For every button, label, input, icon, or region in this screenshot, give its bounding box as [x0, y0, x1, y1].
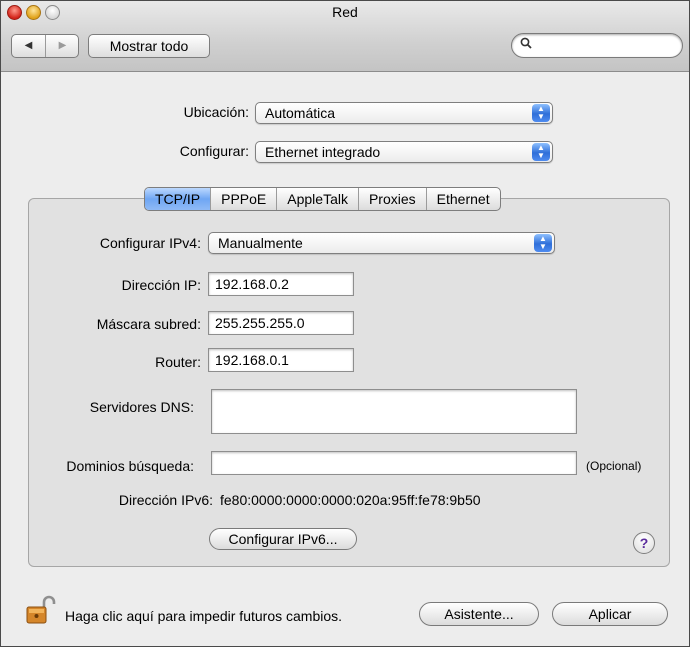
assistant-button[interactable]: Asistente... [419, 602, 539, 626]
location-label: Ubicación: [183, 104, 249, 120]
tab-tcpip[interactable]: TCP/IP [145, 188, 212, 210]
window-title: Red [332, 4, 358, 20]
tab-proxies[interactable]: Proxies [359, 188, 427, 210]
lock-icon[interactable] [25, 595, 59, 625]
search-domains-label: Dominios búsqueda: [66, 458, 194, 474]
router-field[interactable]: 192.168.0.1 [208, 348, 354, 372]
help-button[interactable]: ? [633, 532, 655, 554]
ip-address-field[interactable]: 192.168.0.2 [208, 272, 354, 296]
ip-address-label: Dirección IP: [121, 277, 201, 293]
tab-bar: TCP/IP PPPoE AppleTalk Proxies Ethernet [144, 187, 501, 211]
apply-button[interactable]: Aplicar [552, 602, 668, 626]
dns-servers-label: Servidores DNS: [89, 399, 194, 415]
help-icon: ? [639, 535, 649, 551]
dns-servers-field[interactable] [211, 389, 577, 434]
forward-arrow-icon: ▶ [58, 40, 67, 51]
popup-arrows-icon: ▲ ▼ [532, 104, 550, 122]
ipv6-address-label: Dirección IPv6: [118, 492, 213, 508]
tab-pppoe[interactable]: PPPoE [211, 188, 278, 210]
location-value: Automática [265, 105, 336, 121]
magnifier-icon [520, 37, 532, 52]
router-label: Router: [155, 354, 201, 370]
back-arrow-icon: ◀ [24, 40, 33, 51]
configure-value: Ethernet integrado [265, 144, 381, 160]
back-forward-group: ◀ ▶ [11, 34, 79, 58]
back-button[interactable]: ◀ [12, 35, 46, 57]
optional-label: (Opcional) [586, 459, 642, 473]
location-popup[interactable]: Automática ▲ ▼ [255, 102, 553, 124]
search-input[interactable] [536, 37, 678, 55]
forward-button[interactable]: ▶ [46, 35, 79, 57]
titlebar: Red ◀ ▶ Mostrar todo [1, 1, 689, 72]
subnet-mask-field[interactable]: 255.255.255.0 [208, 311, 354, 335]
tab-appletalk[interactable]: AppleTalk [277, 188, 359, 210]
ipv4-config-popup[interactable]: Manualmente ▲ ▼ [208, 232, 555, 254]
show-all-button[interactable]: Mostrar todo [88, 34, 210, 58]
search-field[interactable] [511, 33, 683, 58]
search-domains-field[interactable] [211, 451, 577, 475]
popup-arrows-icon: ▲ ▼ [532, 143, 550, 161]
popup-arrows-icon: ▲ ▼ [534, 234, 552, 252]
configure-popup[interactable]: Ethernet integrado ▲ ▼ [255, 141, 553, 163]
network-preferences-window: Red ◀ ▶ Mostrar todo Ubicación: Automáti… [0, 0, 690, 647]
ipv6-address-value: fe80:0000:0000:0000:020a:95ff:fe78:9b50 [220, 492, 481, 508]
configure-ipv6-button[interactable]: Configurar IPv6... [209, 528, 357, 550]
ipv4-config-value: Manualmente [218, 235, 303, 251]
tab-ethernet[interactable]: Ethernet [427, 188, 500, 210]
subnet-mask-label: Máscara subred: [96, 316, 201, 332]
lock-message: Haga clic aquí para impedir futuros camb… [65, 608, 343, 624]
configure-label: Configurar: [179, 143, 249, 159]
ipv4-config-label: Configurar IPv4: [99, 235, 201, 251]
